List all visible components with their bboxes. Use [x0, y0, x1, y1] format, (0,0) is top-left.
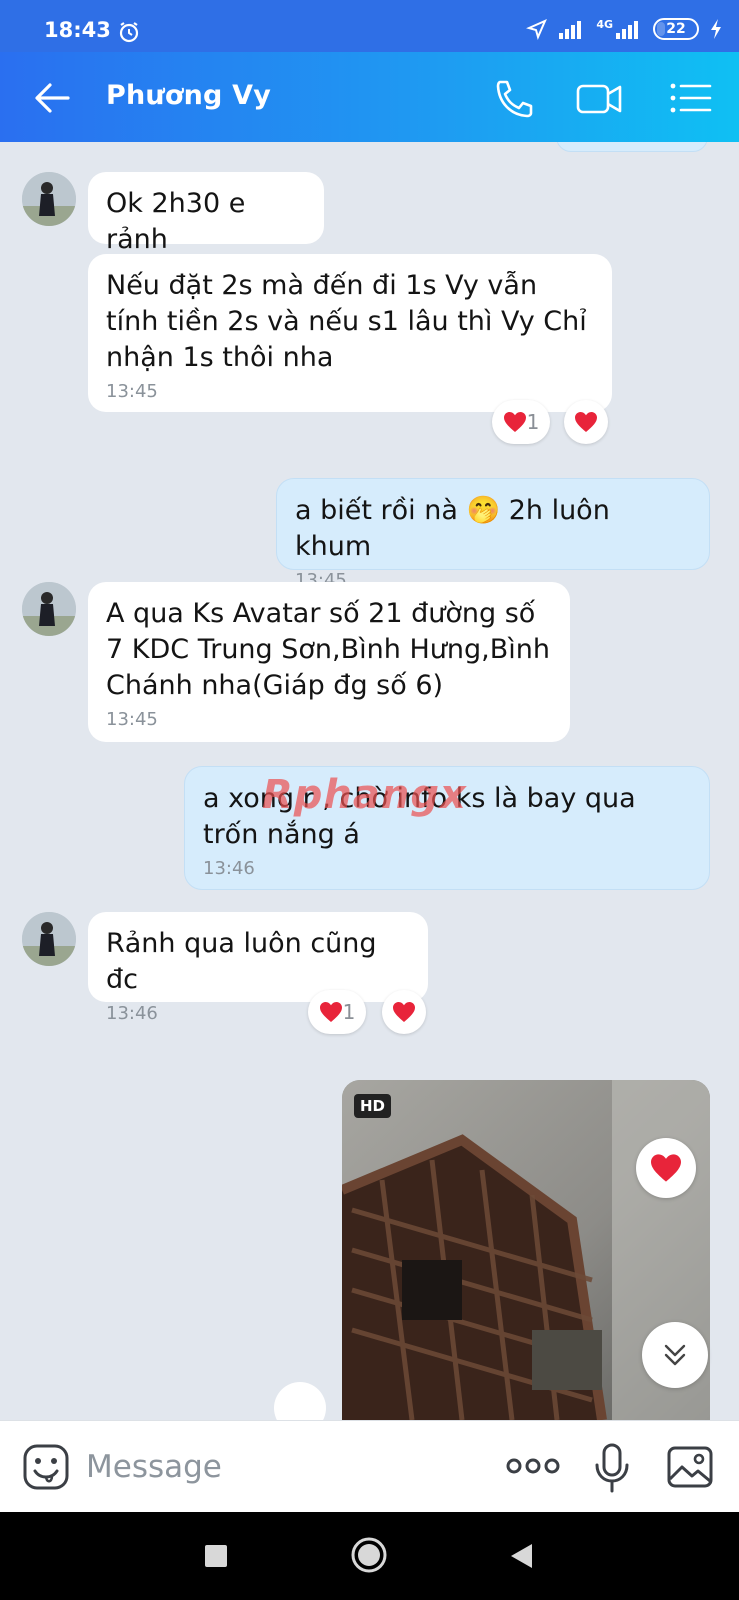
nav-back-icon[interactable] — [508, 1542, 534, 1570]
message-text: Nếu đặt 2s mà đến đi 1s Vy vẫn tính tiền… — [106, 270, 587, 373]
photo-reaction-button[interactable] — [636, 1138, 696, 1198]
reaction-count: 1 — [526, 410, 540, 434]
heart-icon — [575, 412, 597, 432]
location-icon — [526, 19, 548, 40]
hd-badge: HD — [354, 1094, 392, 1118]
heart-icon — [393, 1002, 415, 1022]
charging-icon — [711, 19, 721, 39]
message-text: a biết rồi nà 🤭 2h luôn khum — [295, 495, 610, 562]
message-bubble-incoming[interactable]: Ok 2h30 e rảnh — [88, 172, 324, 255]
avatar[interactable] — [22, 912, 76, 966]
signal-icon-2 — [616, 21, 638, 39]
message-text: Ok 2h30 e rảnh — [106, 188, 246, 255]
previous-message-fragment — [556, 142, 708, 152]
microphone-icon[interactable] — [594, 1443, 630, 1493]
heart-icon — [319, 1002, 342, 1022]
reaction-summary[interactable]: 1 — [308, 990, 366, 1034]
avatar[interactable] — [22, 582, 76, 636]
more-dots-icon[interactable] — [506, 1451, 560, 1481]
message-bubble-outgoing[interactable]: a biết rồi nà 🤭 2h luôn khum 13:45 — [276, 478, 710, 591]
heart-icon — [651, 1154, 681, 1182]
signal-icon — [559, 21, 582, 39]
message-input[interactable] — [86, 1443, 466, 1491]
reaction-count: 1 — [342, 1000, 356, 1024]
network-type: 4G — [596, 17, 613, 31]
heart-icon — [503, 412, 526, 432]
chat-area[interactable]: Ok 2h30 e rảnh Nếu đặt 2s mà đến đi 1s V… — [0, 142, 739, 1420]
back-arrow-icon[interactable] — [32, 80, 72, 116]
message-text: Rảnh qua luôn cũng đc — [106, 928, 377, 995]
battery-indicator: 22 — [653, 18, 699, 40]
nav-recents-icon[interactable] — [204, 1544, 228, 1568]
sticker-icon[interactable] — [22, 1443, 70, 1491]
message-input-bar — [0, 1420, 739, 1512]
battery-level: 22 — [666, 21, 686, 37]
image-icon[interactable] — [666, 1443, 714, 1491]
add-reaction-button[interactable] — [564, 400, 608, 444]
contact-name[interactable]: Phương Vy — [106, 80, 271, 111]
phone-icon[interactable] — [490, 78, 536, 118]
message-text: A qua Ks Avatar số 21 đường số 7 KDC Tru… — [106, 598, 550, 701]
status-bar: 18:43 4G 22 — [0, 0, 739, 52]
chat-header: Phương Vy — [0, 52, 739, 142]
message-bubble-incoming[interactable]: Nếu đặt 2s mà đến đi 1s Vy vẫn tính tiền… — [88, 254, 612, 412]
add-reaction-button[interactable] — [382, 990, 426, 1034]
message-text: a xong r , chờ info ks là bay qua trốn n… — [203, 783, 636, 850]
message-bubble-incoming[interactable]: A qua Ks Avatar số 21 đường số 7 KDC Tru… — [88, 582, 570, 742]
chevron-double-down-icon — [664, 1344, 686, 1366]
message-time: 13:45 — [106, 709, 158, 730]
status-indicators: 4G 22 — [526, 18, 723, 40]
menu-list-icon[interactable] — [668, 78, 714, 118]
nav-home-icon[interactable] — [350, 1536, 388, 1574]
avatar[interactable] — [22, 172, 76, 226]
reaction-summary[interactable]: 1 — [492, 400, 550, 444]
alarm-icon — [119, 22, 139, 43]
message-bubble-incoming[interactable]: Rảnh qua luôn cũng đc 13:46 — [88, 912, 428, 1024]
video-call-icon[interactable] — [576, 78, 622, 118]
system-nav-bar — [0, 1512, 739, 1600]
message-bubble-outgoing[interactable]: a xong r , chờ info ks là bay qua trốn n… — [184, 766, 710, 890]
status-time: 18:43 — [44, 18, 111, 42]
scroll-to-bottom-button[interactable] — [642, 1322, 708, 1388]
reaction-fragment — [274, 1382, 326, 1420]
message-time: 13:46 — [203, 858, 255, 879]
